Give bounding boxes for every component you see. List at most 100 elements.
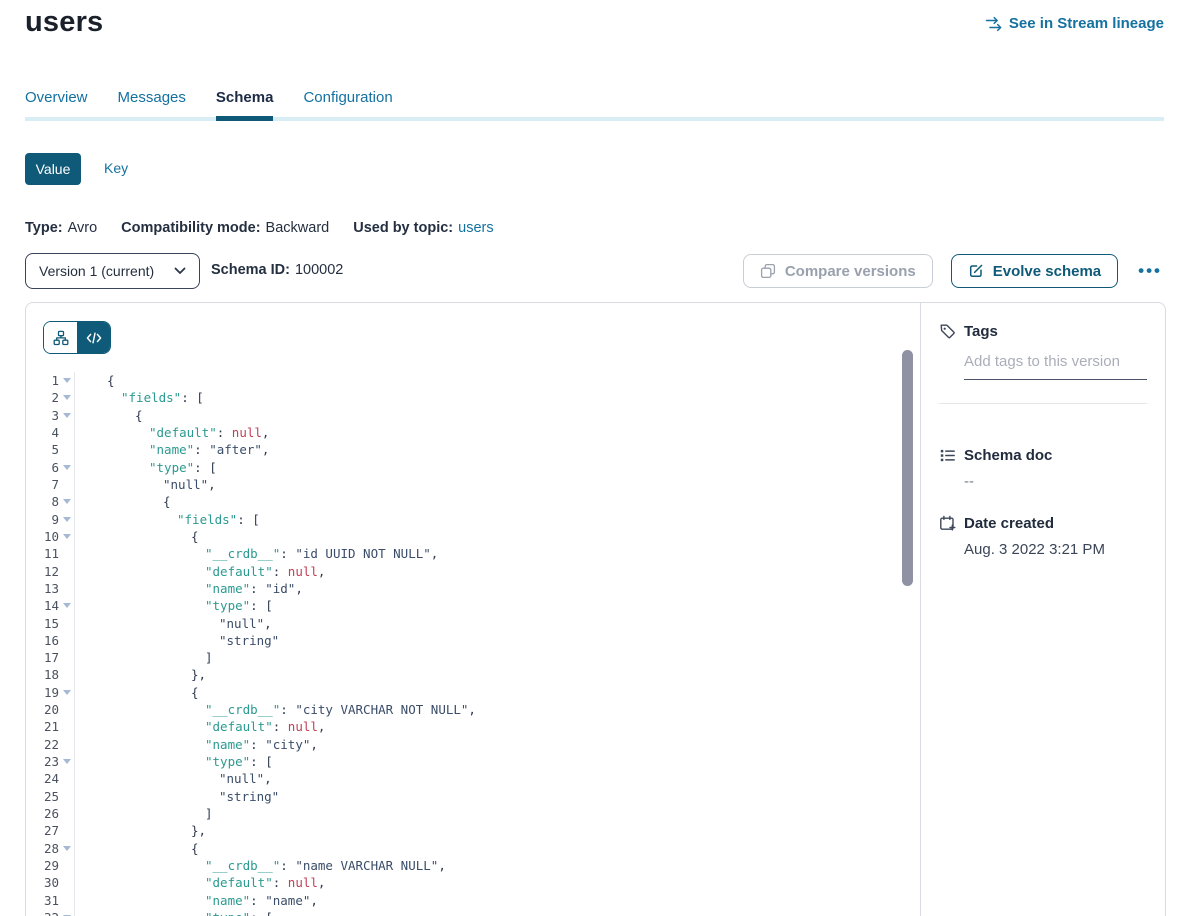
- code-scrollbar-thumb[interactable]: [902, 350, 913, 586]
- code-token: "name": [205, 581, 250, 596]
- schema-id-label: Schema ID:: [211, 262, 290, 278]
- collapse-toggle-icon[interactable]: [63, 534, 71, 539]
- tab-schema[interactable]: Schema: [216, 89, 274, 117]
- tree-view-button[interactable]: [44, 322, 77, 353]
- code-line-content: "__crdb__": "city VARCHAR NOT NULL",: [74, 701, 920, 718]
- tags-header: Tags: [939, 323, 1147, 340]
- line-number: 12: [26, 564, 59, 579]
- code-token: "fields": [177, 512, 237, 527]
- collapse-toggle-icon[interactable]: [63, 413, 71, 418]
- code-token: {: [163, 494, 171, 509]
- collapse-toggle-icon[interactable]: [63, 759, 71, 764]
- line-number: 32: [26, 910, 59, 916]
- code-token: :: [280, 858, 295, 873]
- code-token: {: [191, 529, 199, 544]
- collapse-toggle-icon[interactable]: [63, 465, 71, 470]
- schema-page: users See in Stream lineage Overview Mes…: [0, 0, 1189, 916]
- line-number: 6: [26, 460, 59, 475]
- code-line-content: "name": "after",: [74, 441, 920, 458]
- code-token: null: [232, 425, 262, 440]
- tab-configuration[interactable]: Configuration: [303, 89, 392, 117]
- code-token: ]: [205, 806, 213, 821]
- code-token: "default": [205, 875, 273, 890]
- line-number: 26: [26, 806, 59, 821]
- evolve-schema-button[interactable]: Evolve schema: [951, 254, 1118, 288]
- code-line: 25"string": [26, 788, 920, 805]
- code-line-content: {: [74, 407, 920, 424]
- schema-sidebar: Tags Schema doc: [920, 303, 1165, 916]
- value-toggle-button[interactable]: Value: [25, 153, 81, 185]
- collapse-toggle-icon[interactable]: [63, 690, 71, 695]
- code-token: ,: [262, 442, 270, 457]
- code-line: 28{: [26, 839, 920, 856]
- code-line-content: },: [74, 666, 920, 683]
- schema-panel: 1{2"fields": [3{4"default": null,5"name"…: [25, 302, 1166, 916]
- code-token: "name": [205, 893, 250, 908]
- code-token: : [: [250, 910, 273, 916]
- meta-type-label: Type:: [25, 220, 63, 236]
- code-line: 30 "default": null,: [26, 874, 920, 891]
- code-token: "after": [209, 442, 262, 457]
- collapse-toggle-icon[interactable]: [63, 395, 71, 400]
- version-select[interactable]: Version 1 (current): [25, 253, 200, 289]
- code-line: 6"type": [: [26, 459, 920, 476]
- tags-input[interactable]: [964, 353, 1147, 380]
- collapse-gutter: [59, 690, 74, 695]
- tab-overview[interactable]: Overview: [25, 89, 88, 117]
- lineage-link-label: See in Stream lineage: [1009, 15, 1164, 32]
- schema-code-area: 1{2"fields": [3{4"default": null,5"name"…: [26, 303, 920, 916]
- code-line-content: "__crdb__": "name VARCHAR NULL",: [74, 857, 920, 874]
- stream-lineage-icon: [985, 16, 1002, 32]
- code-line: 2"fields": [: [26, 389, 920, 406]
- more-actions-button[interactable]: •••: [1136, 261, 1164, 281]
- code-token: "null": [219, 771, 264, 786]
- collapse-toggle-icon[interactable]: [63, 499, 71, 504]
- code-token: : [: [250, 598, 273, 613]
- tags-title: Tags: [964, 323, 998, 340]
- code-token: :: [280, 702, 295, 717]
- collapse-gutter: [59, 517, 74, 522]
- code-token: },: [191, 667, 206, 682]
- line-number: 30: [26, 875, 59, 890]
- compare-versions-button[interactable]: Compare versions: [743, 254, 933, 288]
- code-line-content: "name": "city",: [74, 736, 920, 753]
- code-token: :: [250, 893, 265, 908]
- line-number: 27: [26, 823, 59, 838]
- collapse-gutter: [59, 499, 74, 504]
- line-number: 19: [26, 685, 59, 700]
- code-line-content: "default": null,: [74, 874, 920, 891]
- collapse-toggle-icon[interactable]: [63, 517, 71, 522]
- collapse-toggle-icon[interactable]: [63, 603, 71, 608]
- page-title: users: [25, 6, 103, 39]
- code-token: : [: [194, 460, 217, 475]
- code-line: 11"__crdb__": "id UUID NOT NULL",: [26, 545, 920, 562]
- code-line-content: "type": [: [74, 909, 920, 916]
- code-line: 9"fields": [: [26, 511, 920, 528]
- code-lines: 1{2"fields": [3{4"default": null,5"name"…: [26, 372, 920, 916]
- code-line: 7"null",: [26, 476, 920, 493]
- tab-bar-underline: [25, 117, 1164, 121]
- sidebar-divider: [939, 403, 1147, 404]
- code-token: ,: [295, 581, 303, 596]
- collapse-toggle-icon[interactable]: [63, 378, 71, 383]
- code-token: "null": [219, 616, 264, 631]
- code-token: null: [288, 564, 318, 579]
- meta-compat: Compatibility mode:Backward: [121, 220, 329, 236]
- code-token: ,: [310, 737, 318, 752]
- code-view-button[interactable]: [77, 322, 110, 353]
- meta-type-value: Avro: [68, 220, 98, 236]
- code-token: "city VARCHAR NOT NULL": [295, 702, 468, 717]
- code-token: ,: [208, 477, 216, 492]
- collapse-toggle-icon[interactable]: [63, 846, 71, 851]
- code-token: "__crdb__": [205, 546, 280, 561]
- tab-messages[interactable]: Messages: [118, 89, 186, 117]
- code-line: 1{: [26, 372, 920, 389]
- see-in-stream-lineage-link[interactable]: See in Stream lineage: [985, 15, 1164, 32]
- key-toggle-link[interactable]: Key: [104, 160, 128, 176]
- collapse-gutter: [59, 378, 74, 383]
- code-line-content: ]: [74, 805, 920, 822]
- code-line: 15"null",: [26, 614, 920, 631]
- code-line: 17]: [26, 649, 920, 666]
- topic-link[interactable]: users: [458, 220, 493, 236]
- line-number: 25: [26, 789, 59, 804]
